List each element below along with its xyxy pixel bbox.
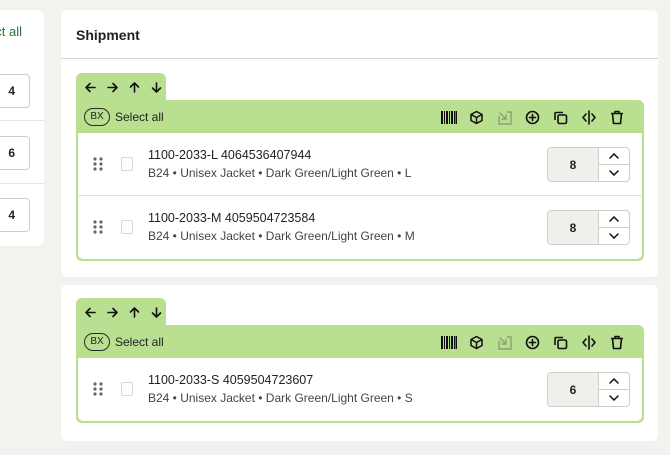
left-qty-field[interactable]: 6	[0, 136, 30, 170]
chevron-down-icon[interactable]	[599, 227, 629, 244]
chevron-up-icon[interactable]	[599, 211, 629, 227]
left-qty-field[interactable]: 4	[0, 198, 30, 232]
package-icon[interactable]	[468, 109, 485, 126]
divider	[61, 58, 658, 59]
move-controls	[76, 298, 166, 326]
left-row: 6	[0, 120, 44, 182]
export-icon[interactable]	[496, 334, 513, 351]
drag-handle-icon[interactable]	[93, 157, 103, 171]
item-title: 1100-2033-M 4059504723584	[148, 211, 316, 225]
duplicate-icon[interactable]	[552, 109, 569, 126]
item-title: 1100-2033-L 4064536407944	[148, 148, 312, 162]
chevron-down-icon[interactable]	[599, 389, 629, 406]
item-subtitle: B24 • Unisex Jacket • Dark Green/Light G…	[148, 166, 412, 180]
item-checkbox[interactable]	[121, 220, 133, 234]
shipment-panel: Shipment BX Select all 1100-2033-L 40645…	[61, 10, 658, 277]
item-title: 1100-2033-S 4059504723607	[148, 373, 314, 387]
package-icon[interactable]	[468, 334, 485, 351]
arrow-down-icon[interactable]	[149, 305, 164, 320]
arrow-up-icon[interactable]	[127, 80, 142, 95]
quantity-input[interactable]: 8	[548, 211, 599, 244]
barcode-icon[interactable]	[440, 109, 457, 126]
box-body: BX Select all	[76, 100, 644, 261]
export-icon[interactable]	[496, 109, 513, 126]
add-circle-icon[interactable]	[524, 334, 541, 351]
arrow-down-icon[interactable]	[149, 80, 164, 95]
select-all-button[interactable]: Select all	[115, 335, 164, 349]
drag-handle-icon[interactable]	[93, 382, 103, 396]
chevron-up-icon[interactable]	[599, 373, 629, 389]
item-checkbox[interactable]	[121, 382, 133, 396]
arrow-up-icon[interactable]	[127, 305, 142, 320]
arrow-right-icon[interactable]	[105, 305, 120, 320]
duplicate-icon[interactable]	[552, 334, 569, 351]
arrow-left-icon[interactable]	[83, 80, 98, 95]
left-qty-field[interactable]: 4	[0, 74, 30, 108]
left-row: 4	[0, 183, 44, 245]
toolbar-icons	[440, 109, 625, 126]
box-toolbar: BX Select all	[78, 100, 642, 133]
quantity-input[interactable]: 6	[548, 373, 599, 406]
select-all-button[interactable]: Select all	[115, 110, 164, 124]
toolbar-icons	[440, 334, 625, 351]
trash-icon[interactable]	[608, 109, 625, 126]
chevron-up-icon[interactable]	[599, 148, 629, 164]
bx-badge: BX	[84, 332, 110, 351]
trash-icon[interactable]	[608, 334, 625, 351]
quantity-stepper: 8	[547, 147, 630, 182]
quantity-input[interactable]: 8	[548, 148, 599, 181]
quantity-stepper: 6	[547, 372, 630, 407]
arrow-left-icon[interactable]	[83, 305, 98, 320]
box-toolbar: BX Select all	[78, 325, 642, 358]
split-icon[interactable]	[580, 334, 597, 351]
add-circle-icon[interactable]	[524, 109, 541, 126]
bx-badge: BX	[84, 107, 110, 126]
left-panel: Select all 4 6 4	[0, 10, 44, 246]
split-icon[interactable]	[580, 109, 597, 126]
quantity-stepper: 8	[547, 210, 630, 245]
item-subtitle: B24 • Unisex Jacket • Dark Green/Light G…	[148, 229, 415, 243]
item-subtitle: B24 • Unisex Jacket • Dark Green/Light G…	[148, 391, 413, 405]
page-title: Shipment	[76, 27, 140, 43]
chevron-down-icon[interactable]	[599, 164, 629, 181]
arrow-right-icon[interactable]	[105, 80, 120, 95]
move-controls	[76, 73, 166, 101]
box-body: BX Select all	[76, 325, 644, 423]
list-item: 1100-2033-L 4064536407944 B24 • Unisex J…	[78, 133, 642, 196]
drag-handle-icon[interactable]	[93, 220, 103, 234]
item-checkbox[interactable]	[121, 157, 133, 171]
list-item: 1100-2033-S 4059504723607 B24 • Unisex J…	[78, 358, 642, 421]
box-panel: BX Select all 1100-2033-S 4059504723607 …	[61, 285, 658, 441]
barcode-icon[interactable]	[440, 334, 457, 351]
left-select-all-link[interactable]: Select all	[0, 24, 44, 39]
list-item: 1100-2033-M 4059504723584 B24 • Unisex J…	[78, 196, 642, 259]
